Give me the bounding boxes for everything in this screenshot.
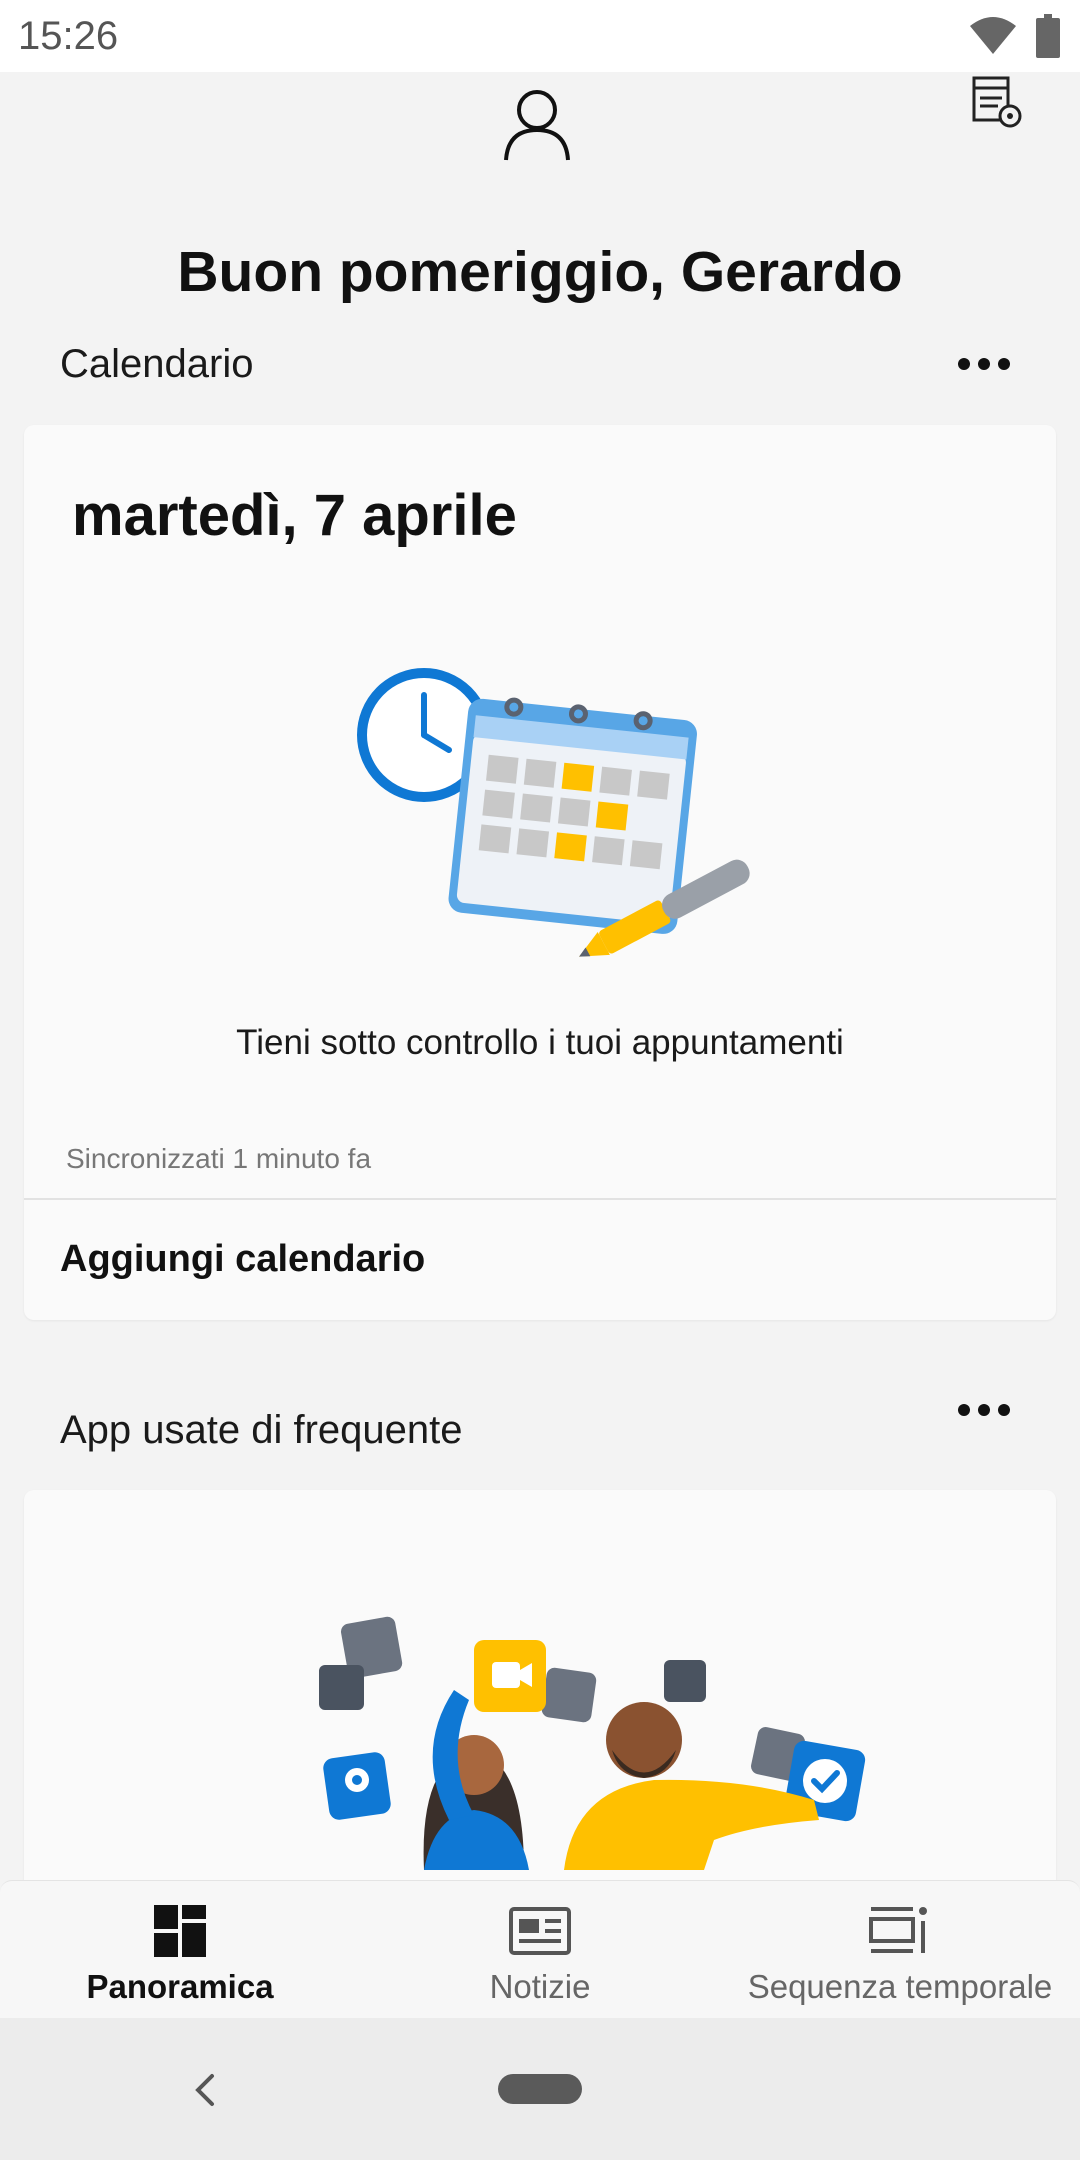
tab-label: Notizie: [489, 1968, 591, 2005]
feed-settings-button[interactable]: [968, 74, 1024, 130]
calendar-section-title: Calendario: [60, 342, 254, 386]
status-time: 15:26: [18, 14, 119, 58]
tab-notizie[interactable]: Notizie: [360, 1881, 720, 2019]
more-horizontal-icon: [958, 358, 1010, 370]
wifi-icon: [970, 17, 1016, 54]
more-horizontal-icon: [958, 1404, 1010, 1416]
sync-status: Sincronizzati 1 minuto fa: [66, 1143, 372, 1174]
bottom-tab-bar: Panoramica Notizie Sequenza temporale: [0, 1880, 1080, 2019]
profile-button[interactable]: [502, 86, 572, 162]
calendar-empty-message: Tieni sotto controllo i tuoi appuntament…: [236, 1023, 844, 1062]
add-calendar-label: Aggiungi calendario: [60, 1238, 426, 1280]
battery-icon: [1036, 14, 1060, 58]
tab-label: Panoramica: [86, 1968, 274, 2005]
dashboard-icon: [154, 1905, 206, 1957]
tab-label: Sequenza temporale: [747, 1968, 1053, 2005]
calendar-illustration: [357, 668, 750, 957]
timeline-icon: [869, 1907, 927, 1953]
calendar-date: martedì, 7 aprile: [72, 483, 517, 548]
calendar-card: martedì, 7 aprile Tieni sotto controllo …: [24, 425, 1056, 1320]
frequent-apps-card: [24, 1490, 1056, 1910]
system-navigation-bar: [0, 2018, 1080, 2160]
home-pill-button[interactable]: [498, 2074, 582, 2104]
frequent-apps-more-button[interactable]: [948, 1390, 1020, 1430]
tab-panoramica[interactable]: Panoramica: [0, 1881, 360, 2019]
calendar-more-button[interactable]: [948, 344, 1020, 384]
add-calendar-button[interactable]: Aggiungi calendario: [24, 1200, 1056, 1320]
news-icon: [509, 1907, 571, 1955]
back-chevron-icon[interactable]: [186, 2068, 226, 2112]
frequent-apps-section-title: App usate di frequente: [60, 1408, 463, 1452]
person-icon: [504, 90, 570, 161]
feed-settings-icon: [972, 76, 1022, 128]
greeting: Buon pomeriggio, Gerardo: [177, 240, 903, 304]
status-bar: 15:26: [0, 0, 1080, 72]
people-apps-illustration: [319, 1616, 866, 1870]
tab-sequenza-temporale[interactable]: Sequenza temporale: [720, 1881, 1080, 2019]
